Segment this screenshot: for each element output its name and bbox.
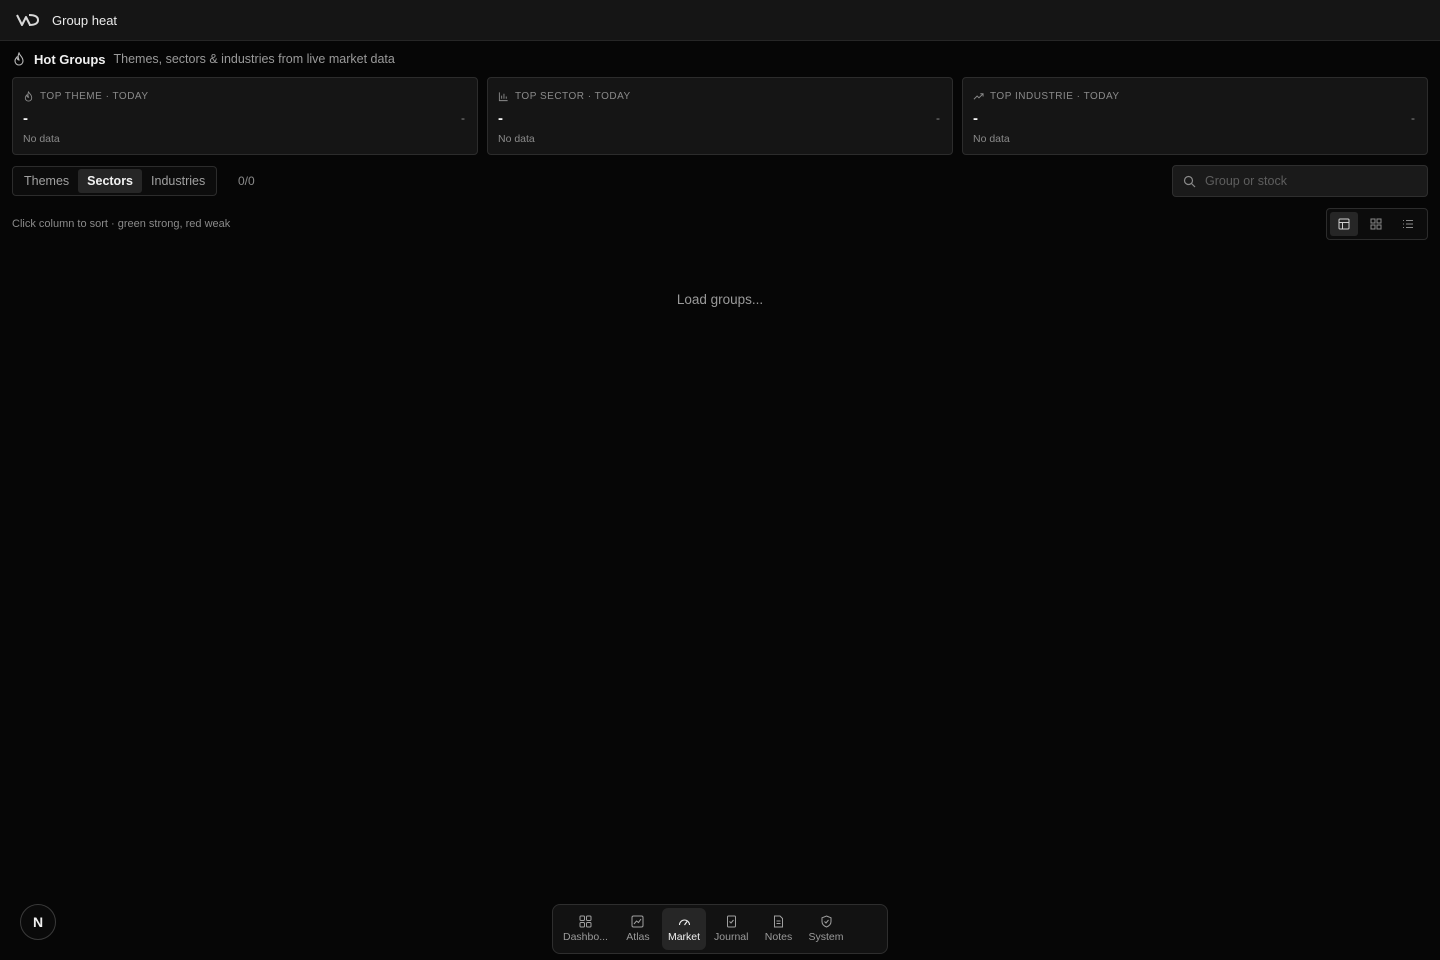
search-icon bbox=[1183, 175, 1196, 187]
app-logo-icon[interactable] bbox=[16, 12, 40, 28]
tab-themes[interactable]: Themes bbox=[15, 169, 78, 193]
top-theme-card[interactable]: TOP THEME · TODAY - - No data bbox=[12, 77, 478, 155]
top-bar: Group heat bbox=[0, 0, 1440, 41]
dock-item-dashboard[interactable]: Dashbo... bbox=[557, 908, 614, 950]
card-value: - bbox=[498, 110, 503, 127]
card-note: No data bbox=[498, 133, 535, 145]
notes-icon bbox=[774, 915, 783, 928]
search-box bbox=[1172, 165, 1428, 197]
table-view-button[interactable] bbox=[1330, 212, 1358, 236]
card-label: TOP THEME · TODAY bbox=[40, 90, 149, 102]
grid-view-icon bbox=[1370, 218, 1382, 230]
gauge-icon bbox=[678, 919, 690, 926]
app-title: Group heat bbox=[52, 12, 118, 28]
shield-icon bbox=[821, 915, 831, 928]
bottom-dock: Dashbo... Atlas Market Journal Notes Sys… bbox=[552, 904, 888, 954]
flame-icon bbox=[24, 90, 33, 101]
list-view-icon bbox=[1403, 220, 1413, 228]
page-title: Hot Groups bbox=[34, 51, 106, 67]
group-type-tabs: Themes Sectors Industries bbox=[12, 166, 218, 196]
summary-cards: TOP THEME · TODAY - - No data TOP SECTOR… bbox=[12, 77, 1428, 155]
user-avatar[interactable]: N bbox=[20, 904, 56, 940]
flame-icon bbox=[14, 52, 24, 66]
dock-label: Atlas bbox=[626, 931, 650, 943]
dock-item-notes[interactable]: Notes bbox=[757, 908, 801, 950]
list-view-button[interactable] bbox=[1394, 212, 1422, 236]
card-change: - bbox=[936, 111, 940, 125]
tab-industries[interactable]: Industries bbox=[142, 169, 214, 193]
dashboard-icon bbox=[579, 915, 592, 928]
card-value: - bbox=[973, 110, 978, 127]
loading-message: Load groups... bbox=[676, 292, 764, 307]
top-industry-card[interactable]: TOP INDUSTRIE · TODAY - - No data bbox=[962, 77, 1428, 155]
search-input[interactable] bbox=[1205, 174, 1405, 188]
top-sector-card[interactable]: TOP SECTOR · TODAY - - No data bbox=[487, 77, 953, 155]
bar-chart-icon bbox=[498, 91, 508, 101]
card-change: - bbox=[461, 111, 465, 125]
dock-item-market[interactable]: Market bbox=[661, 908, 707, 950]
dock-label: System bbox=[808, 931, 844, 943]
sort-hint: Click column to sort · green strong, red… bbox=[12, 218, 231, 230]
dock-label: Journal bbox=[714, 931, 749, 943]
card-change: - bbox=[1411, 111, 1415, 125]
dock-item-system[interactable]: System bbox=[803, 908, 850, 950]
dock-item-atlas[interactable]: Atlas bbox=[616, 908, 660, 950]
table-view-icon bbox=[1338, 218, 1350, 230]
dock-label: Market bbox=[667, 931, 701, 943]
card-label: TOP INDUSTRIE · TODAY bbox=[990, 90, 1120, 102]
journal-icon bbox=[726, 915, 736, 928]
grid-view-button[interactable] bbox=[1362, 212, 1390, 236]
dock-item-journal[interactable]: Journal bbox=[708, 908, 754, 950]
trending-up-icon bbox=[973, 92, 984, 100]
card-note: No data bbox=[23, 133, 60, 145]
dock-label: Dashbo... bbox=[563, 931, 608, 943]
result-count: 0/0 bbox=[238, 174, 255, 188]
tab-sectors[interactable]: Sectors bbox=[78, 169, 143, 193]
card-note: No data bbox=[973, 133, 1010, 145]
page-header: Hot Groups Themes, sectors & industries … bbox=[12, 50, 395, 68]
view-mode-toggle bbox=[1326, 208, 1428, 240]
chart-icon bbox=[631, 915, 644, 928]
dock-label: Notes bbox=[764, 931, 793, 943]
page-subtitle: Themes, sectors & industries from live m… bbox=[113, 52, 395, 66]
card-label: TOP SECTOR · TODAY bbox=[515, 90, 631, 102]
card-value: - bbox=[23, 110, 28, 127]
